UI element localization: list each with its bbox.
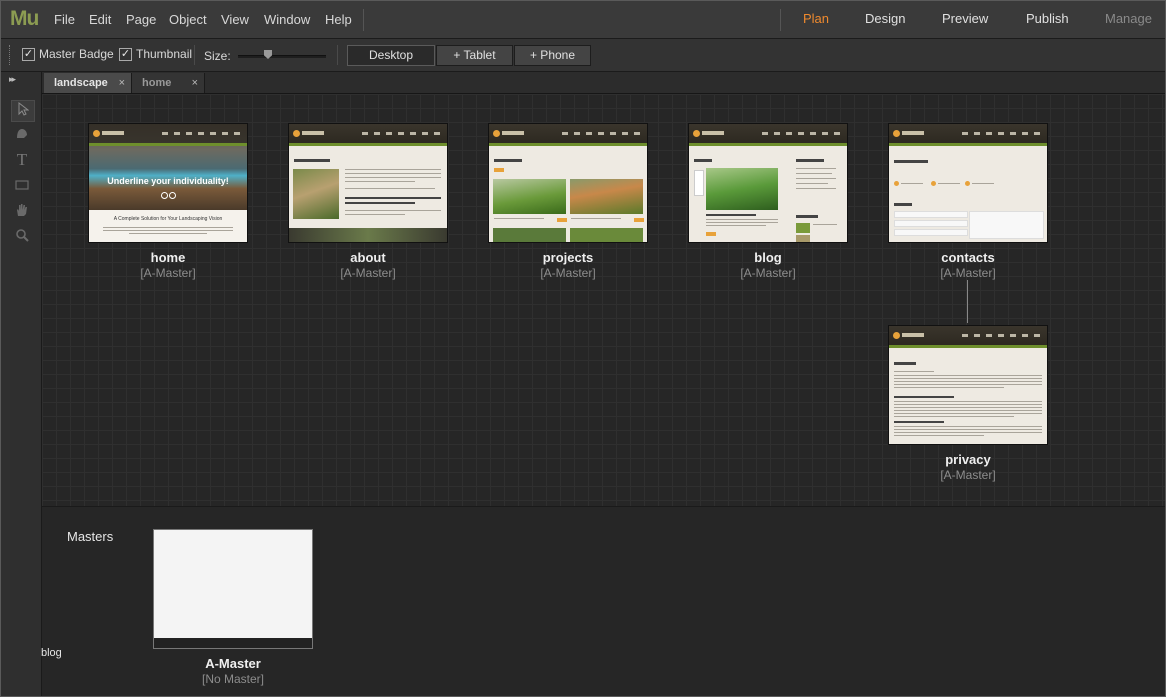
page-thumbnail[interactable] [688, 123, 848, 243]
thumbnail-label: Thumbnail [136, 47, 193, 61]
crop-tool-icon[interactable] [11, 125, 33, 145]
master-thumb-a-master[interactable]: A-Master [No Master] [153, 529, 313, 686]
master-badge-checkbox[interactable]: ✓ Master Badge [22, 47, 114, 61]
page-master-label: [A-Master] [140, 266, 196, 280]
page-name: contacts [941, 250, 995, 265]
page-thumb-home[interactable]: Underline your individuality! A Complete… [88, 123, 248, 280]
page-master-label: [A-Master] [340, 266, 396, 280]
master-parent-label: [No Master] [201, 672, 264, 686]
mode-preview[interactable]: Preview [942, 11, 988, 26]
menu-window[interactable]: Window [264, 12, 310, 27]
muse-window: Mu File Edit Page Object View Window Hel… [0, 0, 1166, 697]
mode-design[interactable]: Design [865, 11, 905, 26]
text-tool-icon[interactable]: T [11, 150, 33, 170]
page-thumb-projects[interactable]: projects [A-Master] [488, 123, 648, 280]
plan-toolbar: ✓ Master Badge ✓ Thumbnail Size: Desktop… [1, 39, 1165, 72]
tab-home[interactable]: home × [132, 73, 205, 93]
page-master-label: [A-Master] [540, 266, 596, 280]
thumb-subtitle: A Complete Solution for Your Landscaping… [113, 216, 223, 222]
mode-publish[interactable]: Publish [1026, 11, 1069, 26]
desktop-button[interactable]: Desktop [347, 45, 435, 66]
tab-label: landscape [54, 77, 108, 89]
mode-divider [780, 9, 781, 31]
page-hierarchy-connector [967, 280, 968, 323]
tools-panel: ▸▸ T [1, 72, 42, 696]
menu-edit[interactable]: Edit [89, 12, 111, 27]
toolbar-divider [194, 45, 195, 65]
toolbar-divider [337, 45, 338, 65]
zoom-tool-icon[interactable] [11, 227, 33, 247]
page-name: privacy [945, 452, 991, 467]
master-badge-label: Master Badge [39, 47, 114, 61]
menu-page[interactable]: Page [126, 12, 156, 27]
thumbnail-size-slider[interactable] [238, 55, 326, 58]
page-master-label: [A-Master] [940, 468, 996, 482]
page-master-label: [A-Master] [940, 266, 996, 280]
checkbox-check-icon: ✓ [119, 47, 132, 61]
collapse-panel-icon[interactable]: ▸▸ [9, 74, 16, 85]
menu-file[interactable]: File [54, 12, 75, 27]
add-phone-button[interactable]: + Phone [514, 45, 591, 66]
close-tab-icon[interactable]: × [192, 73, 198, 93]
page-name: home [150, 250, 186, 265]
menu-view[interactable]: View [221, 12, 249, 27]
page-thumb-privacy[interactable]: privacy [A-Master] [888, 325, 1048, 482]
page-master-label: [A-Master] [740, 266, 796, 280]
toolbar-grip[interactable] [9, 45, 12, 65]
page-thumbnail[interactable] [288, 123, 448, 243]
tab-landscape[interactable]: landscape × [44, 73, 132, 93]
master-thumbnail[interactable] [153, 529, 313, 649]
page-thumbnail[interactable] [488, 123, 648, 243]
page-name: about [350, 250, 386, 265]
page-thumb-about[interactable]: about [A-Master] [288, 123, 448, 280]
checkbox-check-icon: ✓ [22, 47, 35, 61]
hover-page-label: blog [41, 647, 62, 659]
document-tabs: landscape × home × [42, 72, 1165, 94]
add-tablet-button[interactable]: + Tablet [436, 45, 513, 66]
tab-label: home [142, 77, 172, 89]
page-thumb-blog[interactable]: blog [A-Master] [688, 123, 848, 280]
close-tab-icon[interactable]: × [119, 73, 125, 93]
thumbnail-checkbox[interactable]: ✓ Thumbnail [119, 47, 192, 61]
mode-manage[interactable]: Manage [1105, 11, 1152, 26]
page-thumbnail[interactable] [888, 123, 1048, 243]
page-thumbnail[interactable] [888, 325, 1048, 445]
selection-tool-icon[interactable] [11, 100, 35, 122]
rectangle-tool-icon[interactable] [11, 176, 33, 196]
page-name: projects [542, 250, 594, 265]
muse-logo: Mu [10, 7, 39, 30]
hand-tool-icon[interactable] [11, 202, 33, 222]
masters-heading: Masters [67, 529, 114, 544]
mode-plan[interactable]: Plan [803, 11, 829, 26]
menu-object[interactable]: Object [169, 12, 207, 27]
menu-divider [363, 9, 364, 31]
size-label: Size: [204, 49, 231, 63]
menu-bar: Mu File Edit Page Object View Window Hel… [1, 1, 1165, 39]
menu-help[interactable]: Help [325, 12, 352, 27]
master-name: A-Master [205, 656, 261, 671]
thumb-headline: Underline your individuality! [107, 176, 229, 186]
page-name: blog [754, 250, 782, 265]
page-thumbnail[interactable]: Underline your individuality! A Complete… [88, 123, 248, 243]
page-thumb-contacts[interactable]: contacts [A-Master] [888, 123, 1048, 280]
